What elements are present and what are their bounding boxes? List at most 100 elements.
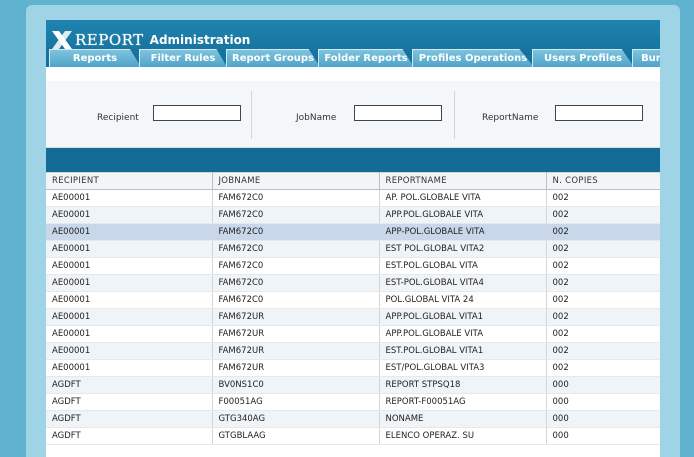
- recipient-cell: AGDFT: [46, 393, 213, 411]
- recipient-cell: AE00001: [46, 291, 213, 309]
- table-row[interactable]: AGDFT GTG340AG NONAME 000: [46, 410, 660, 428]
- reportname-cell: REPORT STPSQ18: [379, 376, 547, 394]
- reportname-cell: POL.GLOBAL VITA 24: [379, 291, 547, 309]
- table-row[interactable]: AGDFT GTGBLAAG ELENCO OPERAZ. SU 000: [46, 427, 660, 445]
- copies-cell: 000: [546, 410, 660, 428]
- reportname-cell: EST.POL.GLOBAL VITA1: [379, 342, 547, 360]
- jobname-cell: FAM672C0: [212, 206, 380, 224]
- jobname-cell: FAM672C0: [212, 240, 380, 258]
- tab-reports[interactable]: Reports: [49, 49, 141, 67]
- reportname-cell: AP. POL.GLOBALE VITA: [379, 189, 547, 207]
- column-header-reportname[interactable]: REPORTNAME: [379, 172, 547, 190]
- reportname-cell: REPORT-F00051AG: [379, 393, 547, 411]
- reports-table: RECIPIENT JOBNAME REPORTNAME N. COPIES A…: [46, 172, 660, 445]
- table-row[interactable]: AGDFT BV0NS1C0 REPORT STPSQ18 000: [46, 376, 660, 394]
- table-row[interactable]: AGDFT F00051AG REPORT-F00051AG 000: [46, 393, 660, 411]
- tab-bun[interactable]: Bun: [632, 49, 660, 67]
- toolbar-bar: [46, 148, 660, 172]
- reportname-input[interactable]: [555, 105, 643, 121]
- jobname-cell: FAM672C0: [212, 223, 380, 241]
- column-header-recipient[interactable]: RECIPIENT: [46, 172, 213, 190]
- reportname-label: ReportName: [482, 113, 539, 123]
- recipient-cell: AE00001: [46, 342, 213, 360]
- recipient-cell: AE00001: [46, 257, 213, 275]
- column-header-copies[interactable]: N. COPIES: [546, 172, 660, 190]
- copies-cell: 000: [546, 376, 660, 394]
- table-row[interactable]: AE00001 FAM672UR APP.POL.GLOBAL VITA1 002: [46, 308, 660, 326]
- recipient-cell: AGDFT: [46, 410, 213, 428]
- jobname-cell: FAM672UR: [212, 308, 380, 326]
- table-row[interactable]: AE00001 FAM672C0 EST-POL.GLOBAL VITA4 002: [46, 274, 660, 292]
- copies-cell: 002: [546, 206, 660, 224]
- reportname-cell: APP.POL.GLOBAL VITA1: [379, 308, 547, 326]
- table-row[interactable]: AE00001 FAM672C0 EST POL.GLOBAL VITA2 002: [46, 240, 660, 258]
- table-row[interactable]: AE00001 FAM672C0 APP-POL.GLOBALE VITA 002: [46, 223, 660, 241]
- reportname-cell: EST-POL.GLOBAL VITA4: [379, 274, 547, 292]
- reportname-cell: APP-POL.GLOBALE VITA: [379, 223, 547, 241]
- app-header: REPORT Administration Reports Filter Rul…: [46, 20, 660, 67]
- tab-filter-rules[interactable]: Filter Rules: [139, 49, 227, 67]
- brand-wordmark: REPORT: [75, 31, 144, 49]
- jobname-cell: GTGBLAAG: [212, 427, 380, 445]
- filter-divider: [454, 91, 455, 139]
- copies-cell: 002: [546, 342, 660, 360]
- recipient-cell: AGDFT: [46, 376, 213, 394]
- copies-cell: 000: [546, 427, 660, 445]
- tab-users-profiles[interactable]: Users Profiles: [532, 49, 634, 67]
- jobname-cell: FAM672UR: [212, 359, 380, 377]
- copies-cell: 002: [546, 274, 660, 292]
- recipient-cell: AE00001: [46, 359, 213, 377]
- table-row[interactable]: AE00001 FAM672C0 EST.POL.GLOBAL VITA 002: [46, 257, 660, 275]
- copies-cell: 002: [546, 291, 660, 309]
- reportname-cell: NONAME: [379, 410, 547, 428]
- reportname-cell: EST.POL.GLOBAL VITA: [379, 257, 547, 275]
- recipient-cell: AE00001: [46, 274, 213, 292]
- table-row[interactable]: AE00001 FAM672C0 AP. POL.GLOBALE VITA 002: [46, 189, 660, 207]
- copies-cell: 002: [546, 223, 660, 241]
- column-header-jobname[interactable]: JOBNAME: [212, 172, 380, 190]
- filter-divider: [251, 91, 252, 139]
- copies-cell: 002: [546, 308, 660, 326]
- recipient-cell: AE00001: [46, 240, 213, 258]
- x-logo-icon: [52, 31, 72, 49]
- jobname-cell: FAM672C0: [212, 274, 380, 292]
- tab-profiles-operations[interactable]: Profiles Operations: [412, 49, 534, 67]
- tab-folder-reports[interactable]: Folder Reports: [318, 49, 414, 67]
- jobname-label: JobName: [296, 113, 337, 123]
- recipient-cell: AE00001: [46, 308, 213, 326]
- jobname-cell: FAM672C0: [212, 189, 380, 207]
- jobname-cell: FAM672C0: [212, 257, 380, 275]
- table-row[interactable]: AE00001 FAM672C0 POL.GLOBAL VITA 24 002: [46, 291, 660, 309]
- table-header-row: RECIPIENT JOBNAME REPORTNAME N. COPIES: [46, 172, 660, 190]
- jobname-cell: BV0NS1C0: [212, 376, 380, 394]
- recipient-input[interactable]: [153, 105, 241, 121]
- filter-panel: Recipient JobName ReportName: [46, 81, 660, 148]
- jobname-cell: FAM672C0: [212, 291, 380, 309]
- recipient-cell: AE00001: [46, 223, 213, 241]
- tab-bar: Reports Filter Rules Report Groups Folde…: [46, 49, 660, 68]
- jobname-cell: FAM672UR: [212, 325, 380, 343]
- table-row[interactable]: AE00001 FAM672UR EST/POL.GLOBAL VITA3 002: [46, 359, 660, 377]
- recipient-cell: AE00001: [46, 189, 213, 207]
- jobname-input[interactable]: [354, 105, 442, 121]
- table-body: AE00001 FAM672C0 AP. POL.GLOBALE VITA 002 AE…: [46, 189, 660, 445]
- jobname-cell: F00051AG: [212, 393, 380, 411]
- copies-cell: 002: [546, 359, 660, 377]
- copies-cell: 002: [546, 240, 660, 258]
- reportname-cell: EST/POL.GLOBAL VITA3: [379, 359, 547, 377]
- app-window: REPORT Administration Reports Filter Rul…: [46, 20, 660, 457]
- table-row[interactable]: AE00001 FAM672C0 APP.POL.GLOBALE VITA 002: [46, 206, 660, 224]
- table-row[interactable]: AE00001 FAM672UR EST.POL.GLOBAL VITA1 002: [46, 342, 660, 360]
- page-frame: REPORT Administration Reports Filter Rul…: [26, 5, 680, 457]
- copies-cell: 000: [546, 393, 660, 411]
- app-title: Administration: [149, 33, 251, 47]
- recipient-cell: AE00001: [46, 206, 213, 224]
- reportname-cell: ELENCO OPERAZ. SU: [379, 427, 547, 445]
- recipient-cell: AE00001: [46, 325, 213, 343]
- tab-report-groups[interactable]: Report Groups: [226, 49, 320, 67]
- jobname-cell: GTG340AG: [212, 410, 380, 428]
- table-row[interactable]: AE00001 FAM672UR APP.POL.GLOBALE VITA 002: [46, 325, 660, 343]
- recipient-label: Recipient: [97, 113, 139, 123]
- jobname-cell: FAM672UR: [212, 342, 380, 360]
- app-logo: REPORT Administration: [50, 29, 250, 51]
